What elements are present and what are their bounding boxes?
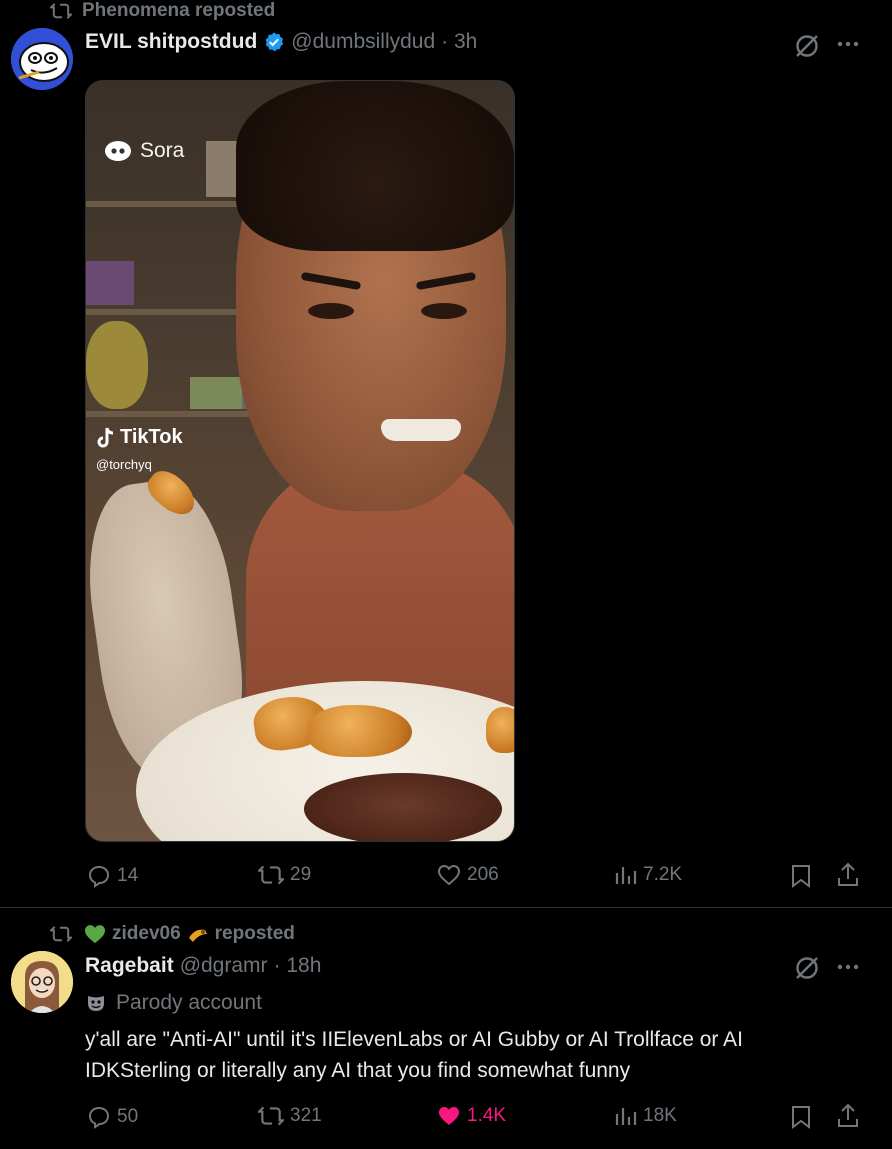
tiktok-watermark: TikTok @torchyq	[96, 426, 183, 472]
tiktok-logo-icon	[97, 427, 114, 447]
more-icon[interactable]	[836, 40, 860, 48]
bookmark-icon[interactable]	[790, 864, 812, 888]
author-name[interactable]: EVIL shitpostdud	[85, 30, 257, 54]
views-icon	[613, 1105, 637, 1127]
shelf-item	[190, 377, 242, 409]
author-line: EVIL shitpostdud @dumbsillydud · 3h	[85, 30, 477, 54]
views-icon	[613, 864, 637, 886]
shelf-item	[86, 261, 134, 305]
shelf-item	[86, 321, 148, 409]
repost-user[interactable]: zidev06	[112, 923, 181, 945]
verified-badge-icon	[263, 31, 285, 53]
tweet-post-2[interactable]: zidev06 reposted Ragebait @dgramr · 18h	[0, 909, 892, 1149]
author-avatar[interactable]	[11, 28, 73, 90]
post-time[interactable]: · 3h	[441, 30, 477, 54]
repost-header: Phenomena reposted	[50, 0, 275, 22]
heart-emoji-icon	[84, 924, 106, 944]
nugget	[486, 707, 514, 753]
post-time[interactable]: · 18h	[274, 954, 322, 978]
author-handle[interactable]: @dumbsillydud	[291, 30, 435, 54]
repost-icon	[50, 925, 72, 943]
reply-count: 14	[117, 865, 139, 886]
author-avatar[interactable]	[11, 951, 73, 1013]
repost-button[interactable]: 321	[258, 1105, 322, 1127]
sora-logo-icon	[105, 141, 131, 161]
parody-label: Parody account	[86, 991, 262, 1015]
tweet-post-1[interactable]: Phenomena reposted EVIL shitpostdud @dum…	[0, 0, 892, 908]
nugget	[308, 705, 412, 757]
grok-icon[interactable]	[793, 32, 821, 60]
repost-suffix: reposted	[214, 923, 295, 944]
like-icon	[437, 1105, 461, 1127]
sora-watermark: Sora	[104, 139, 184, 163]
reply-icon	[87, 864, 111, 888]
like-count: 206	[467, 864, 499, 885]
bookmark-icon[interactable]	[790, 1105, 812, 1129]
like-count: 1.4K	[467, 1105, 507, 1126]
post-text: y'all are "Anti-AI" until it's IIElevenL…	[85, 1028, 743, 1082]
repost-icon	[258, 864, 284, 886]
repost-count: 29	[290, 864, 312, 885]
like-icon	[437, 864, 461, 886]
reply-button[interactable]: 14	[87, 864, 138, 888]
character-teeth	[381, 419, 461, 441]
parody-mask-icon	[86, 993, 106, 1013]
character-hair	[236, 81, 514, 251]
reply-icon	[87, 1105, 111, 1129]
video-media[interactable]: Sora TikTok @torchyq	[85, 80, 515, 842]
repost-icon	[50, 2, 72, 20]
repost-count: 321	[290, 1105, 322, 1126]
views-button[interactable]: 18K	[613, 1105, 677, 1127]
more-icon[interactable]	[836, 963, 860, 971]
author-line: Ragebait @dgramr · 18h	[85, 954, 321, 978]
like-button[interactable]: 1.4K	[437, 1105, 506, 1127]
author-handle[interactable]: @dgramr	[180, 954, 268, 978]
views-button[interactable]: 7.2K	[613, 864, 682, 886]
author-name[interactable]: Ragebait	[85, 954, 174, 978]
views-count: 7.2K	[643, 864, 683, 885]
reposter-emoji-icon	[187, 924, 209, 944]
reply-count: 50	[117, 1106, 139, 1127]
repost-header: zidev06 reposted	[50, 923, 295, 945]
share-icon[interactable]	[836, 1103, 860, 1129]
repost-button[interactable]: 29	[258, 864, 311, 886]
sauce	[304, 773, 502, 841]
reply-button[interactable]: 50	[87, 1105, 138, 1129]
post-divider	[0, 907, 892, 908]
character-eye	[308, 303, 354, 319]
views-count: 18K	[643, 1105, 677, 1126]
like-button[interactable]: 206	[437, 864, 499, 886]
repost-label[interactable]: Phenomena reposted	[82, 0, 275, 22]
character-eye	[421, 303, 467, 319]
share-icon[interactable]	[836, 862, 860, 888]
repost-icon	[258, 1105, 284, 1127]
grok-icon[interactable]	[793, 954, 821, 982]
